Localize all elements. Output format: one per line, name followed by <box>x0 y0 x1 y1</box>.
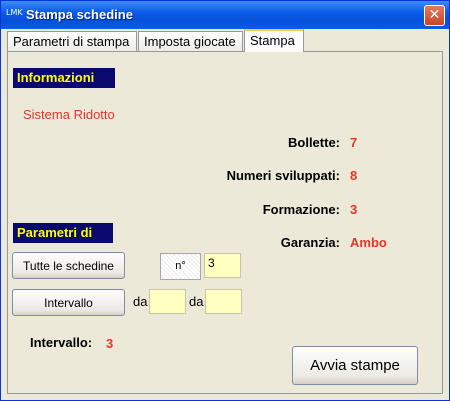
window-title: Stampa schedine <box>26 7 133 22</box>
title-bar[interactable]: LMK Stampa schedine ✕ <box>1 1 449 29</box>
tab-parametri-di-stampa[interactable]: Parametri di stampa <box>7 31 137 51</box>
intervallo-summary-value: 3 <box>106 336 114 351</box>
close-button[interactable]: ✕ <box>424 5 445 26</box>
from-label: da <box>133 294 148 309</box>
system-type-text: Sistema Ridotto <box>23 107 115 122</box>
tab-stampa[interactable]: Stampa <box>244 29 304 52</box>
dialog-client-area: Parametri di stampa Imposta giocate Stam… <box>4 29 446 398</box>
avvia-stampe-button[interactable]: Avvia stampe <box>292 346 418 385</box>
informazioni-header: Informazioni <box>13 68 115 88</box>
app-logo-icon: LMK <box>6 8 23 17</box>
stampa-schedine-window: LMK Stampa schedine ✕ Parametri di stamp… <box>0 0 450 401</box>
numeri-sviluppati-value: 8 <box>350 168 358 183</box>
intervallo-summary-label: Intervallo: <box>30 335 93 350</box>
numeri-sviluppati-label: Numeri sviluppati: <box>226 168 340 183</box>
n-input[interactable]: 3 <box>204 253 241 278</box>
parametri-header: Parametri di <box>13 223 113 243</box>
formazione-label: Formazione: <box>262 202 340 217</box>
interval-to-input[interactable] <box>205 289 242 314</box>
tutte-le-schedine-button[interactable]: Tutte le schedine <box>12 252 125 279</box>
bollette-label: Bollette: <box>288 135 340 150</box>
n-label-box: n° <box>160 253 201 280</box>
bollette-value: 7 <box>350 135 358 150</box>
interval-from-input[interactable] <box>149 289 186 314</box>
to-label: da <box>189 294 204 309</box>
tab-imposta-giocate[interactable]: Imposta giocate <box>138 31 243 51</box>
stampa-tab-panel: Informazioni Sistema Ridotto Bollette: 7… <box>7 51 443 394</box>
garanzia-label: Garanzia: <box>280 235 340 250</box>
intervallo-button[interactable]: Intervallo <box>12 289 125 316</box>
garanzia-value: Ambo <box>350 235 387 250</box>
formazione-value: 3 <box>350 202 358 217</box>
